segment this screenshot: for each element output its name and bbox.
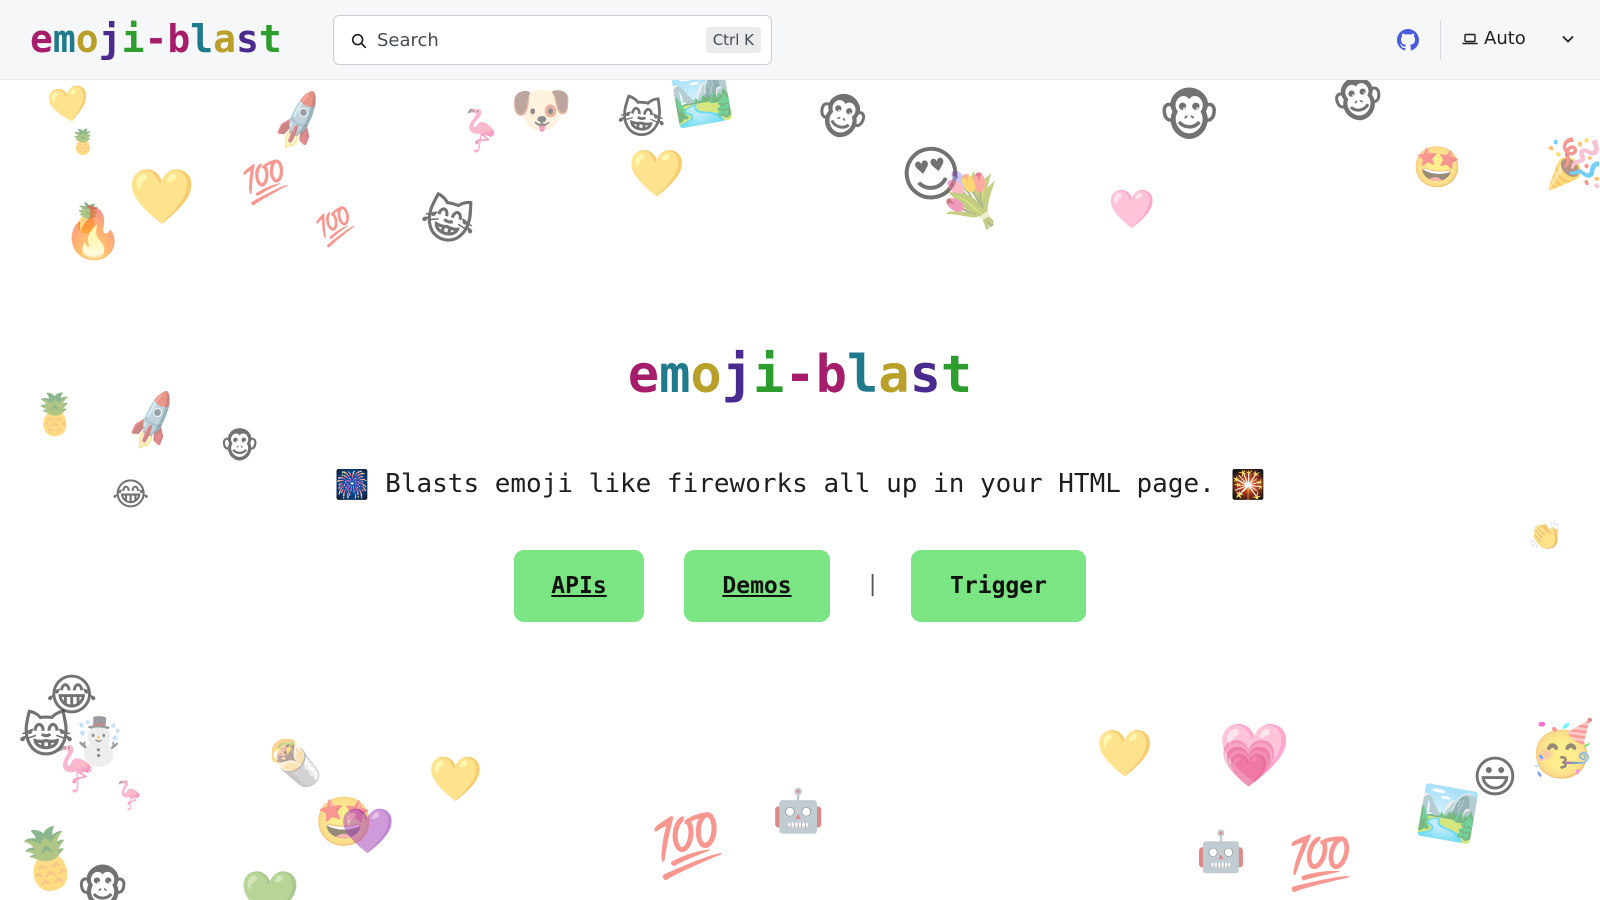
trigger-button[interactable]: Trigger: [911, 550, 1086, 622]
decor-emoji-icon: 💯: [312, 202, 361, 251]
decor-emoji-icon: 💛: [628, 146, 686, 200]
decor-emoji-icon: 😃: [1472, 752, 1518, 803]
logo-letter: e: [627, 345, 660, 405]
search-placeholder: Search: [377, 30, 439, 51]
logo-letter: i: [121, 17, 145, 61]
logo-letter: o: [75, 17, 99, 61]
decor-emoji-icon: 🐵: [1158, 85, 1221, 148]
demos-button-label: Demos: [722, 573, 792, 599]
decor-emoji-icon: 🩷: [1108, 187, 1156, 231]
decor-emoji-icon: 🚀: [264, 88, 334, 155]
decor-emoji-icon: 💜: [340, 806, 395, 857]
decor-emoji-icon: 💛: [428, 754, 483, 805]
logo-letter: -: [784, 345, 816, 405]
demos-button[interactable]: Demos: [684, 550, 830, 622]
decor-emoji-icon: 😹: [615, 91, 669, 146]
decor-emoji-icon: 🤩: [1410, 142, 1464, 194]
decor-emoji-icon: 💐: [938, 171, 1003, 231]
decor-emoji-icon: 🐵: [808, 85, 875, 151]
trigger-button-label: Trigger: [950, 573, 1047, 599]
logo-letter: a: [878, 345, 910, 405]
decor-emoji-icon: 💯: [1288, 834, 1353, 894]
decor-emoji-icon: 🦩: [451, 105, 509, 159]
site-logo[interactable]: emoji-blast: [30, 14, 282, 64]
decor-emoji-icon: 🐵: [1327, 69, 1390, 133]
logo-letter: b: [815, 345, 847, 405]
decor-emoji-icon: 🤖: [772, 786, 825, 835]
apis-button-label: APIs: [551, 573, 607, 599]
decor-emoji-icon: 💛: [1096, 726, 1154, 780]
apis-button[interactable]: APIs: [514, 550, 644, 622]
decor-emoji-icon: 🎉: [1544, 136, 1600, 192]
decor-emoji-icon: 🔥: [62, 204, 125, 262]
laptop-icon: [1462, 33, 1478, 45]
logo-letter: l: [846, 345, 879, 405]
decor-emoji-icon: 🤖: [1196, 829, 1246, 875]
logo-letter: -: [144, 17, 168, 61]
logo-letter: s: [236, 17, 259, 61]
decor-emoji-icon: 🐵: [220, 427, 260, 467]
tagline: 🎆 Blasts emoji like fireworks all up in …: [0, 462, 1600, 507]
search-icon: [351, 33, 367, 49]
fireworks-icon: 🎆: [334, 468, 370, 501]
decor-emoji-icon: 💛: [44, 81, 94, 129]
logo-letter: e: [30, 17, 53, 61]
decor-emoji-icon: 🍍: [68, 128, 98, 156]
github-icon[interactable]: [1397, 29, 1419, 51]
logo-letter: j: [721, 345, 754, 405]
decor-emoji-icon: 💯: [648, 807, 729, 884]
decor-emoji-icon: 💚: [240, 868, 300, 900]
search-shortcut-hint: Ctrl K: [705, 27, 761, 53]
sparkler-icon: 🎇: [1230, 468, 1266, 501]
theme-selector[interactable]: Auto: [1462, 22, 1576, 56]
logo-letter: l: [190, 17, 214, 61]
decor-emoji-icon: 🌯: [268, 738, 323, 789]
decor-emoji-icon: 💛: [128, 165, 196, 228]
navbar: emoji-blast Search Ctrl K Auto: [0, 0, 1600, 80]
logo-letter: o: [690, 345, 722, 405]
decor-emoji-icon: 💗: [1220, 736, 1278, 790]
logo-letter: s: [909, 345, 941, 405]
logo-letter: t: [940, 345, 973, 405]
logo-letter: m: [52, 17, 76, 61]
button-separator: |: [866, 572, 880, 597]
decor-emoji-icon: 🐶: [510, 81, 573, 139]
decor-emoji-icon: 🥳: [1528, 717, 1596, 780]
logo-letter: m: [659, 345, 691, 405]
logo-letter: a: [213, 17, 237, 61]
decor-emoji-icon: 👏: [1528, 519, 1563, 552]
decor-emoji-icon: 🦩: [48, 744, 103, 795]
tagline-text: Blasts emoji like fireworks all up in yo…: [385, 469, 1215, 499]
decor-emoji-icon: 🍍: [6, 819, 90, 899]
decor-emoji-icon: 😹: [413, 187, 483, 257]
nav-divider: [1440, 20, 1441, 60]
decor-emoji-icon: 🦩: [112, 779, 147, 812]
decor-emoji-icon: 💯: [239, 156, 294, 209]
logo-letter: t: [258, 17, 282, 61]
theme-label: Auto: [1484, 28, 1526, 49]
logo-letter: b: [167, 17, 191, 61]
logo-letter: j: [98, 17, 122, 61]
hero-title: emoji-blast: [0, 340, 1600, 410]
chevron-down-icon: [1562, 36, 1574, 43]
logo-letter: i: [753, 345, 785, 405]
search-button[interactable]: Search Ctrl K: [333, 15, 772, 65]
